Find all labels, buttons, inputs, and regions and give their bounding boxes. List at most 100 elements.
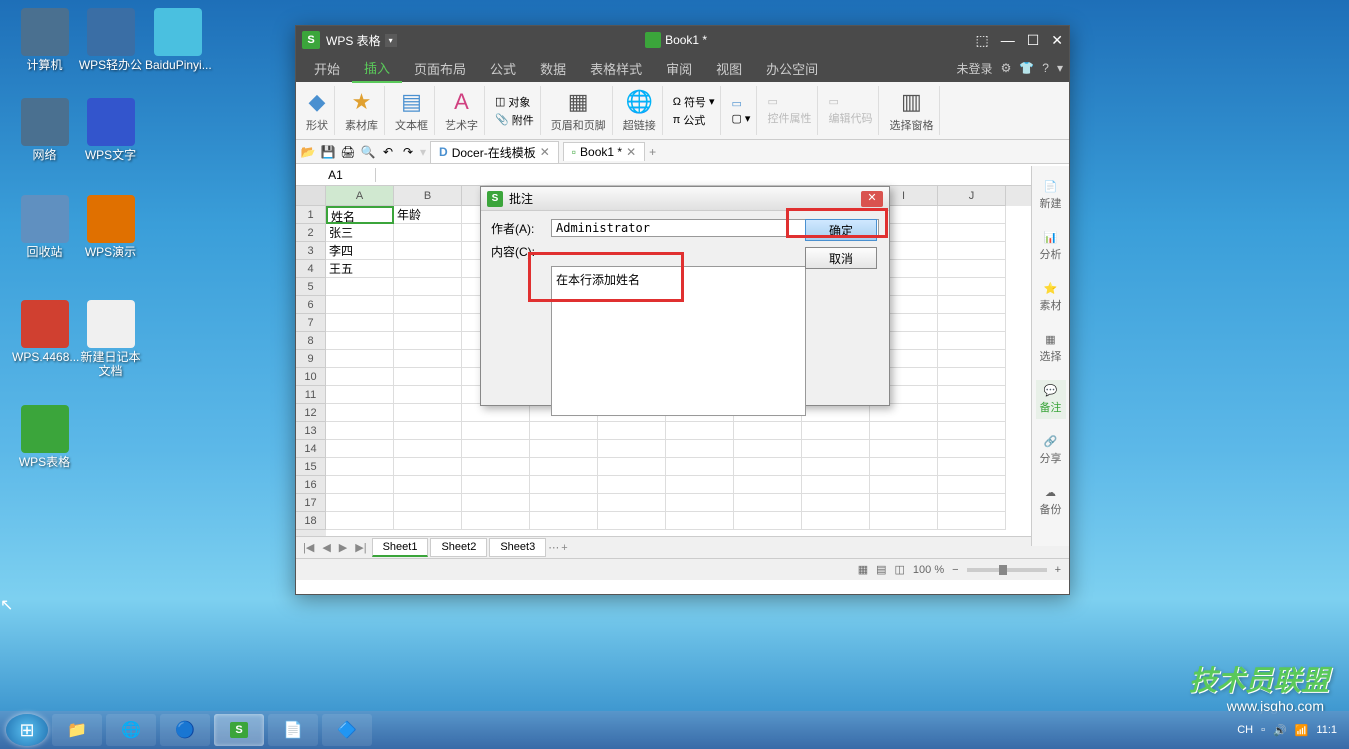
cell[interactable] <box>462 512 530 530</box>
cell[interactable] <box>938 512 1006 530</box>
open-icon[interactable]: 📂 <box>300 144 316 160</box>
ribbon-hyperlink[interactable]: 🌐超链接 <box>617 86 663 135</box>
cell[interactable] <box>326 368 394 386</box>
view-page-icon[interactable]: ▤ <box>876 563 886 576</box>
cell[interactable] <box>394 332 462 350</box>
ribbon-shape[interactable]: ◆形状 <box>300 86 335 135</box>
side-panel-item[interactable]: 📄新建 <box>1036 176 1066 215</box>
row-header[interactable]: 1 <box>296 206 326 224</box>
desktop-icon[interactable]: 新建日记本文档 <box>78 300 143 378</box>
start-button[interactable]: ⊞ <box>6 714 48 746</box>
row-header[interactable]: 4 <box>296 260 326 278</box>
cell[interactable] <box>326 476 394 494</box>
col-header[interactable]: A <box>326 186 394 206</box>
side-panel-item[interactable]: 🔗分享 <box>1036 431 1066 470</box>
menu-tab[interactable]: 开始 <box>302 55 352 82</box>
view-normal-icon[interactable]: ▦ <box>858 563 868 576</box>
cell[interactable] <box>802 512 870 530</box>
row-header[interactable]: 16 <box>296 476 326 494</box>
sheet-nav-next[interactable]: ▶ <box>336 541 350 554</box>
cell[interactable] <box>326 458 394 476</box>
tray-volume-icon[interactable]: 🔊 <box>1273 724 1287 737</box>
cell[interactable] <box>530 512 598 530</box>
print-icon[interactable]: 🖨 <box>340 144 356 160</box>
cell[interactable] <box>394 242 462 260</box>
close-button[interactable]: ✕ <box>1051 32 1063 49</box>
side-panel-item[interactable]: 📊分析 <box>1036 227 1066 266</box>
cell[interactable] <box>462 476 530 494</box>
preview-icon[interactable]: 🔍 <box>360 144 376 160</box>
cell[interactable] <box>938 476 1006 494</box>
cell[interactable] <box>938 422 1006 440</box>
side-panel-item[interactable]: ☁备份 <box>1036 482 1066 521</box>
menu-tab[interactable]: 插入 <box>352 54 402 83</box>
settings-icon[interactable]: ⚙ <box>1001 61 1012 75</box>
cell[interactable] <box>802 440 870 458</box>
cell[interactable] <box>802 458 870 476</box>
cell[interactable] <box>734 512 802 530</box>
zoom-level[interactable]: 100 % <box>913 564 944 576</box>
sheet-nav-prev[interactable]: ◀ <box>319 541 333 554</box>
help-icon[interactable]: ? <box>1042 61 1049 75</box>
tab-book1[interactable]: ▫ Book1 * ✕ <box>563 142 645 161</box>
cell[interactable] <box>666 512 734 530</box>
desktop-icon[interactable]: 回收站 <box>12 195 77 259</box>
cell[interactable]: 姓名 <box>326 206 394 224</box>
cell[interactable] <box>394 224 462 242</box>
cell[interactable] <box>326 350 394 368</box>
tab-docer[interactable]: D Docer-在线模板 ✕ <box>430 141 559 163</box>
cell[interactable] <box>734 440 802 458</box>
ribbon-textbox[interactable]: ▤文本框 <box>389 86 435 135</box>
save-icon[interactable]: 💾 <box>320 144 336 160</box>
cell[interactable] <box>394 278 462 296</box>
row-header[interactable]: 14 <box>296 440 326 458</box>
menu-tab[interactable]: 审阅 <box>654 55 704 82</box>
cell[interactable] <box>666 440 734 458</box>
cell[interactable] <box>394 440 462 458</box>
tab-close-icon[interactable]: ✕ <box>540 145 550 159</box>
desktop-icon[interactable]: WPS表格 <box>12 405 77 469</box>
row-header[interactable]: 18 <box>296 512 326 530</box>
sheet-tab[interactable]: Sheet3 <box>489 538 546 557</box>
cell[interactable] <box>938 458 1006 476</box>
cell[interactable] <box>734 458 802 476</box>
cell[interactable] <box>326 404 394 422</box>
cell[interactable] <box>598 440 666 458</box>
cell[interactable] <box>598 458 666 476</box>
cell[interactable] <box>666 494 734 512</box>
cell[interactable] <box>326 422 394 440</box>
row-header[interactable]: 13 <box>296 422 326 440</box>
side-panel-item[interactable]: 💬备注 <box>1036 380 1066 419</box>
row-header[interactable]: 10 <box>296 368 326 386</box>
row-header[interactable]: 2 <box>296 224 326 242</box>
row-header[interactable]: 11 <box>296 386 326 404</box>
content-textarea[interactable] <box>551 266 806 416</box>
sheet-menu[interactable]: ⋯ <box>548 541 559 554</box>
desktop-icon[interactable]: BaiduPinyi... <box>145 8 210 72</box>
cell[interactable] <box>666 458 734 476</box>
cell[interactable] <box>870 512 938 530</box>
cell[interactable] <box>326 278 394 296</box>
tab-close-icon[interactable]: ✕ <box>626 145 636 159</box>
cell[interactable] <box>938 296 1006 314</box>
cell[interactable] <box>938 278 1006 296</box>
cell[interactable] <box>326 512 394 530</box>
ok-button[interactable]: 确定 <box>805 219 877 241</box>
zoom-out[interactable]: − <box>952 564 958 576</box>
cell[interactable] <box>394 260 462 278</box>
ribbon-object[interactable]: ◫ 对象 <box>495 94 534 110</box>
shirt-icon[interactable]: 👕 <box>1019 61 1034 75</box>
cell[interactable] <box>734 494 802 512</box>
sheet-nav-last[interactable]: ▶| <box>352 541 369 554</box>
cell[interactable] <box>394 458 462 476</box>
row-header[interactable]: 12 <box>296 404 326 422</box>
cell[interactable]: 李四 <box>326 242 394 260</box>
cell[interactable] <box>530 494 598 512</box>
cell[interactable] <box>394 494 462 512</box>
ribbon-select-pane[interactable]: ▥选择窗格 <box>883 86 940 135</box>
row-header[interactable]: 8 <box>296 332 326 350</box>
desktop-icon[interactable]: 网络 <box>12 98 77 162</box>
col-header[interactable]: B <box>394 186 462 206</box>
tray-lang[interactable]: CH <box>1237 724 1253 736</box>
skin-button[interactable]: ⬚ <box>975 32 988 49</box>
